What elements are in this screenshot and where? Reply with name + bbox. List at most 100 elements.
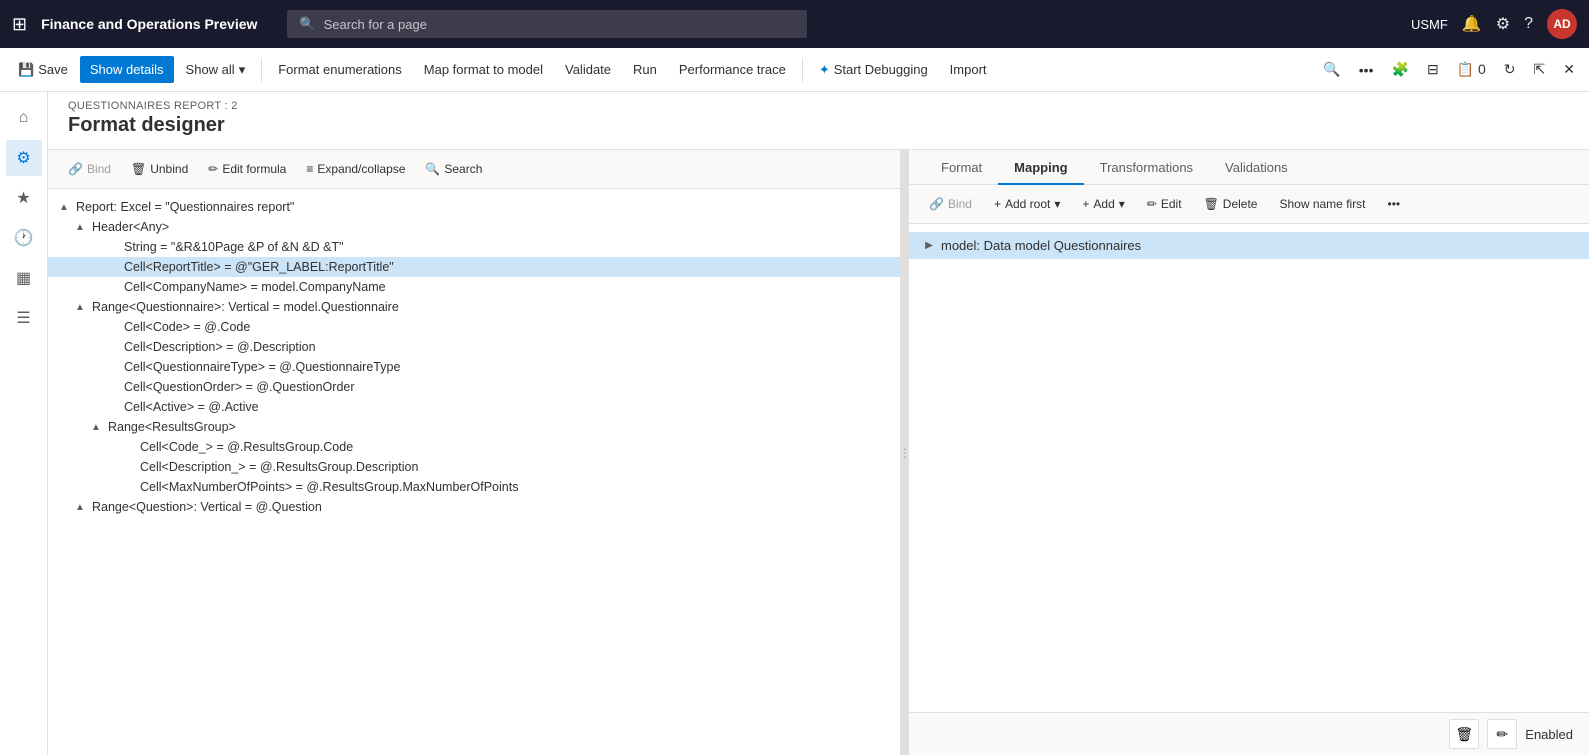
more-options-button[interactable]: ••• bbox=[1380, 193, 1409, 215]
tree-item[interactable]: Cell<Description> = @.Description bbox=[48, 337, 900, 357]
save-button[interactable]: 💾 Save bbox=[8, 56, 78, 84]
tree-item[interactable]: Cell<Code> = @.Code bbox=[48, 317, 900, 337]
badge-count: 0 bbox=[1478, 61, 1486, 77]
tree-toggle[interactable]: ▲ bbox=[72, 222, 88, 233]
link-icon: 🔗 bbox=[929, 197, 944, 211]
content-area: QUESTIONNAIRES REPORT : 2 Format designe… bbox=[48, 92, 1589, 755]
tree-item[interactable]: String = "&R&10Page &P of &N &D &T" bbox=[48, 237, 900, 257]
tree-toggle[interactable]: ▲ bbox=[72, 302, 88, 313]
tab-format[interactable]: Format bbox=[925, 150, 998, 185]
add-root-button[interactable]: + Add root ▾ bbox=[986, 193, 1068, 215]
performance-trace-button[interactable]: Performance trace bbox=[669, 56, 796, 83]
layout-icon[interactable]: ⊟ bbox=[1421, 55, 1445, 84]
trash-icon: 🗑 bbox=[1455, 726, 1473, 743]
help-icon[interactable]: ? bbox=[1524, 15, 1533, 33]
tree-item[interactable]: Cell<Code_> = @.ResultsGroup.Code bbox=[48, 437, 900, 457]
delete-icon-button[interactable]: 🗑 bbox=[1449, 719, 1479, 749]
command-bar: 💾 Save Show details Show all ▾ Format en… bbox=[0, 48, 1589, 92]
edit-icon-button[interactable]: ✏ bbox=[1487, 719, 1517, 749]
edit-icon: ✏ bbox=[1147, 197, 1157, 211]
top-nav-right: USMF 🔔 ⚙ ? AD bbox=[1411, 9, 1577, 39]
edit-formula-button[interactable]: ✏ Edit formula bbox=[200, 158, 294, 180]
tree-item[interactable]: ▲ Range<ResultsGroup> bbox=[48, 417, 900, 437]
user-label: USMF bbox=[1411, 17, 1448, 32]
expand-collapse-button[interactable]: ≡ Expand/collapse bbox=[298, 158, 413, 180]
add-icon: + bbox=[994, 197, 1001, 211]
unbind-button[interactable]: 🗑 Unbind bbox=[123, 158, 196, 180]
app-title: Finance and Operations Preview bbox=[41, 16, 257, 32]
tree-item-selected[interactable]: Cell<ReportTitle> = @"GER_LABEL:ReportTi… bbox=[48, 257, 900, 277]
refresh-icon[interactable]: ↻ bbox=[1498, 55, 1522, 84]
main-layout: ⌂ ⚙ ★ 🕐 ▦ ☰ QUESTIONNAIRES REPORT : 2 Fo… bbox=[0, 92, 1589, 755]
tree-toggle[interactable]: ▲ bbox=[56, 202, 72, 213]
sidebar-item-workspace[interactable]: ▦ bbox=[6, 260, 42, 296]
format-panel: 🔗 Bind 🗑 Unbind ✏ Edit formula ≡ Expand/… bbox=[48, 150, 901, 755]
tree-item[interactable]: Cell<Description_> = @.ResultsGroup.Desc… bbox=[48, 457, 900, 477]
global-search-input[interactable] bbox=[324, 17, 796, 32]
tree-item[interactable]: Cell<QuestionOrder> = @.QuestionOrder bbox=[48, 377, 900, 397]
edit-button[interactable]: ✏ Edit bbox=[1139, 193, 1190, 215]
tree-item[interactable]: Cell<CompanyName> = model.CompanyName bbox=[48, 277, 900, 297]
format-panel-toolbar: 🔗 Bind 🗑 Unbind ✏ Edit formula ≡ Expand/… bbox=[48, 150, 900, 189]
badge-icon[interactable]: 📋 0 bbox=[1451, 55, 1492, 84]
chevron-down-icon: ▾ bbox=[239, 62, 246, 78]
tree-toggle[interactable]: ▲ bbox=[88, 422, 104, 433]
mapping-tabs: Format Mapping Transformations Validatio… bbox=[909, 150, 1589, 185]
add-button[interactable]: + Add ▾ bbox=[1074, 193, 1132, 215]
debug-icon: ✦ bbox=[819, 62, 830, 78]
import-button[interactable]: Import bbox=[940, 56, 997, 83]
tree-item[interactable]: ▲ Range<Question>: Vertical = @.Question bbox=[48, 497, 900, 517]
mapping-toggle[interactable]: ▶ bbox=[921, 240, 937, 251]
show-details-button[interactable]: Show details bbox=[80, 56, 174, 83]
sidebar-item-filter[interactable]: ⚙ bbox=[6, 140, 42, 176]
mapping-bind-button[interactable]: 🔗 Bind bbox=[921, 193, 980, 215]
search-toolbar-icon[interactable]: 🔍 bbox=[1317, 55, 1346, 84]
tree-item[interactable]: ▲ Header<Any> bbox=[48, 217, 900, 237]
add-icon: + bbox=[1082, 197, 1089, 211]
run-button[interactable]: Run bbox=[623, 56, 667, 83]
tab-transformations[interactable]: Transformations bbox=[1084, 150, 1209, 185]
tree-item[interactable]: Cell<Active> = @.Active bbox=[48, 397, 900, 417]
notification-icon[interactable]: 🔔 bbox=[1462, 14, 1482, 34]
panel-splitter[interactable] bbox=[901, 150, 909, 755]
trash-icon: 🗑 bbox=[1204, 197, 1219, 211]
start-debugging-button[interactable]: ✦ Start Debugging bbox=[809, 56, 938, 84]
delete-button[interactable]: 🗑 Delete bbox=[1196, 193, 1266, 215]
global-search-bar[interactable]: 🔍 bbox=[287, 10, 807, 38]
format-enumerations-button[interactable]: Format enumerations bbox=[268, 56, 412, 83]
app-grid-icon[interactable]: ⊞ bbox=[12, 14, 27, 35]
tree-item[interactable]: ▲ Range<Questionnaire>: Vertical = model… bbox=[48, 297, 900, 317]
popout-icon[interactable]: ⇱ bbox=[1528, 55, 1552, 84]
tree-item[interactable]: Cell<QuestionnaireType> = @.Questionnair… bbox=[48, 357, 900, 377]
map-format-to-model-button[interactable]: Map format to model bbox=[414, 56, 553, 83]
tree-toggle[interactable]: ▲ bbox=[72, 502, 88, 513]
more-options-icon[interactable]: ••• bbox=[1353, 56, 1380, 84]
search-button[interactable]: 🔍 Search bbox=[417, 158, 490, 180]
chevron-down-icon: ▾ bbox=[1054, 197, 1060, 211]
show-name-first-button[interactable]: Show name first bbox=[1271, 193, 1373, 215]
tab-mapping[interactable]: Mapping bbox=[998, 150, 1083, 185]
close-icon[interactable]: ✕ bbox=[1557, 55, 1581, 84]
puzzle-icon[interactable]: 🧩 bbox=[1386, 55, 1415, 84]
mapping-panel: Format Mapping Transformations Validatio… bbox=[909, 150, 1589, 755]
bind-button[interactable]: 🔗 Bind bbox=[60, 158, 119, 180]
mapping-tree: ▶ model: Data model Questionnaires bbox=[909, 224, 1589, 712]
map-item-selected[interactable]: ▶ model: Data model Questionnaires bbox=[909, 232, 1589, 259]
sidebar-item-home[interactable]: ⌂ bbox=[6, 100, 42, 136]
tree-item[interactable]: Cell<MaxNumberOfPoints> = @.ResultsGroup… bbox=[48, 477, 900, 497]
sidebar-item-list[interactable]: ☰ bbox=[6, 300, 42, 336]
tab-validations[interactable]: Validations bbox=[1209, 150, 1304, 185]
chevron-down-icon: ▾ bbox=[1119, 197, 1125, 211]
sidebar-item-favorite[interactable]: ★ bbox=[6, 180, 42, 216]
separator bbox=[261, 58, 262, 82]
separator2 bbox=[802, 58, 803, 82]
sidebar-item-recent[interactable]: 🕐 bbox=[6, 220, 42, 256]
settings-icon[interactable]: ⚙ bbox=[1496, 14, 1510, 34]
format-tree: ▲ Report: Excel = "Questionnaires report… bbox=[48, 189, 900, 755]
validate-button[interactable]: Validate bbox=[555, 56, 621, 83]
expand-icon: ≡ bbox=[306, 162, 313, 176]
avatar[interactable]: AD bbox=[1547, 9, 1577, 39]
search-icon: 🔍 bbox=[299, 16, 315, 32]
show-all-button[interactable]: Show all ▾ bbox=[176, 56, 256, 84]
tree-item[interactable]: ▲ Report: Excel = "Questionnaires report… bbox=[48, 197, 900, 217]
